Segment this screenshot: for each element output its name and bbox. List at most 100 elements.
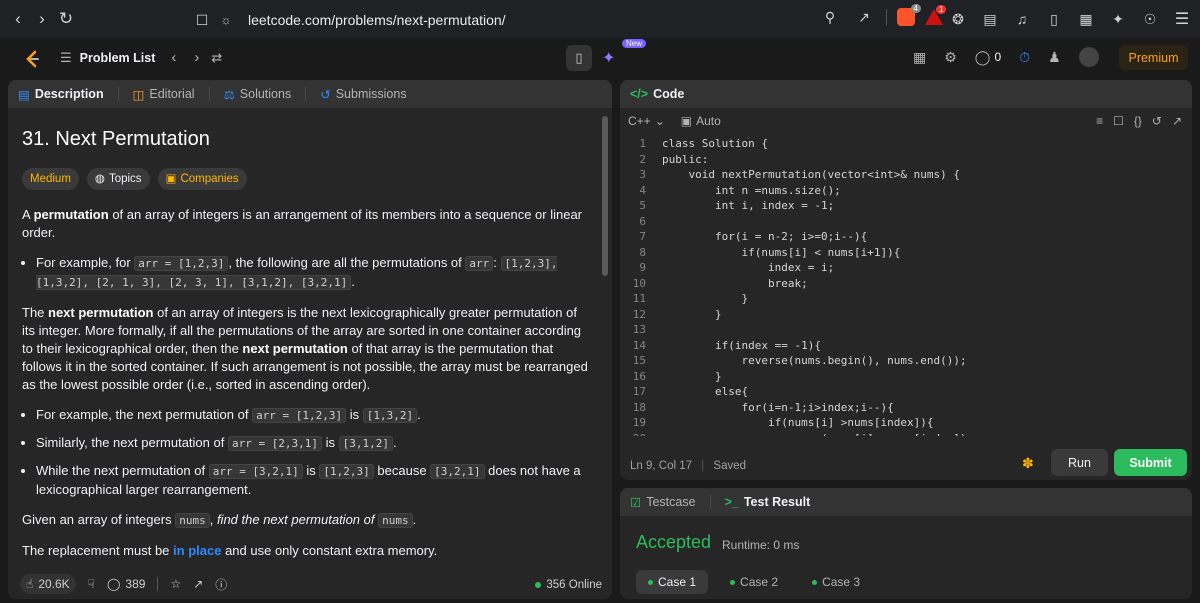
expand-icon[interactable]: ↗ bbox=[1172, 114, 1182, 128]
autocomplete-toggle[interactable]: ▣ Auto bbox=[681, 114, 721, 128]
companies-chip[interactable]: ▣ Companies bbox=[157, 168, 247, 190]
case-tab[interactable]: Case 2 bbox=[718, 570, 790, 594]
language-select[interactable]: C++ ⌄ bbox=[628, 114, 665, 128]
in-place-link[interactable]: in place bbox=[173, 543, 221, 558]
site-info-icon[interactable]: ☼ bbox=[214, 13, 238, 27]
debug-button[interactable]: ▯ bbox=[566, 45, 592, 71]
tab-testcase[interactable]: ☑ Testcase bbox=[630, 495, 696, 510]
avatar[interactable] bbox=[1078, 47, 1099, 67]
leo-ai-icon[interactable]: ✦ bbox=[1106, 11, 1130, 28]
layout-icon[interactable]: ▦ bbox=[913, 49, 926, 66]
ai-assist-icon[interactable]: ✦ bbox=[602, 48, 615, 68]
tab-editorial[interactable]: ◫ Editorial bbox=[133, 87, 195, 102]
extensions-icon[interactable]: ❂ bbox=[946, 11, 970, 28]
code-line[interactable]: 19 if(nums[i] >nums[index]){ bbox=[620, 415, 1192, 431]
code-line[interactable]: 12 } bbox=[620, 307, 1192, 323]
case-tab[interactable]: Case 1 bbox=[636, 570, 709, 594]
brave-shield-icon[interactable]: 4 bbox=[897, 4, 921, 26]
wallet-icon[interactable]: ▤ bbox=[978, 11, 1002, 28]
like-button[interactable]: ☝ 20.6K bbox=[20, 574, 76, 594]
code-text[interactable]: if(nums[i] >nums[index]){ bbox=[656, 415, 934, 431]
code-line[interactable]: 10 break; bbox=[620, 276, 1192, 292]
problem-title[interactable]: 31. Next Permutation bbox=[22, 129, 592, 149]
music-icon[interactable]: ♫ bbox=[1010, 11, 1034, 27]
thumbs-down-icon[interactable]: ☟ bbox=[88, 577, 95, 591]
code-text[interactable]: for(i=n-1;i>index;i--){ bbox=[656, 400, 893, 416]
tab-submissions[interactable]: ↺ Submissions bbox=[320, 87, 406, 102]
code-line[interactable]: 9 index = i; bbox=[620, 260, 1192, 276]
list-icon[interactable]: ☰ bbox=[60, 50, 72, 66]
code-line[interactable]: 3 void nextPermutation(vector<int>& nums… bbox=[620, 167, 1192, 183]
code-text[interactable]: if(index == -1){ bbox=[656, 338, 821, 354]
code-line[interactable]: 13 bbox=[620, 322, 1192, 338]
run-button[interactable]: Run bbox=[1051, 449, 1108, 476]
code-line[interactable]: 8 if(nums[i] < nums[i+1]){ bbox=[620, 245, 1192, 261]
code-text[interactable]: public: bbox=[656, 152, 708, 168]
settings-gear-icon[interactable]: ⚙ bbox=[944, 49, 957, 66]
help-icon[interactable]: ⓘ bbox=[215, 576, 227, 593]
code-text[interactable]: int i, index = -1; bbox=[656, 198, 834, 214]
url-text[interactable]: leetcode.com/problems/next-permutation/ bbox=[248, 12, 506, 28]
celebration-icon[interactable]: ✽ bbox=[1022, 455, 1034, 472]
tab-test-result[interactable]: >_ Test Result bbox=[725, 495, 811, 509]
code-line[interactable]: 11 } bbox=[620, 291, 1192, 307]
topics-chip[interactable]: ◍ Topics bbox=[86, 168, 150, 190]
code-line[interactable]: 14 if(index == -1){ bbox=[620, 338, 1192, 354]
comments-button[interactable]: ◯ 389 bbox=[107, 577, 145, 591]
code-line[interactable]: 17 else{ bbox=[620, 384, 1192, 400]
code-line[interactable]: 18 for(i=n-1;i>index;i--){ bbox=[620, 400, 1192, 416]
code-area[interactable]: 1 class Solution {2 public: 3 void nextPerm… bbox=[620, 136, 1192, 436]
problem-list-link[interactable]: Problem List bbox=[80, 51, 156, 65]
code-line[interactable]: 1 class Solution { bbox=[620, 136, 1192, 152]
code-text[interactable]: else{ bbox=[656, 384, 748, 400]
share-icon[interactable]: ↗ bbox=[193, 577, 203, 591]
description-scrollbar[interactable] bbox=[602, 116, 608, 276]
tab-solutions[interactable]: ⚖ Solutions bbox=[224, 87, 292, 102]
code-line[interactable]: 15 reverse(nums.begin(), nums.end()); bbox=[620, 353, 1192, 369]
premium-button[interactable]: Premium bbox=[1119, 45, 1188, 70]
star-icon[interactable]: ☆ bbox=[170, 577, 181, 591]
code-line[interactable]: 5 int i, index = -1; bbox=[620, 198, 1192, 214]
vpn-icon[interactable]: ☉ bbox=[1138, 11, 1162, 28]
reset-icon[interactable]: ↺ bbox=[1152, 114, 1162, 128]
back-arrow-icon[interactable]: ‹ bbox=[6, 9, 30, 29]
case-tab[interactable]: Case 3 bbox=[800, 570, 872, 594]
wallet2-icon[interactable]: ▦ bbox=[1074, 11, 1098, 28]
code-line[interactable]: 6 bbox=[620, 214, 1192, 230]
next-problem-icon[interactable]: › bbox=[194, 49, 199, 66]
bookmark-icon[interactable]: ☐ bbox=[1113, 114, 1124, 128]
submit-button[interactable]: Submit bbox=[1114, 449, 1187, 476]
code-line[interactable]: 16 } bbox=[620, 369, 1192, 385]
zoom-icon[interactable]: ⚲ bbox=[818, 9, 842, 26]
code-line[interactable]: 4 int n =nums.size(); bbox=[620, 183, 1192, 199]
code-text[interactable] bbox=[656, 322, 662, 338]
code-text[interactable]: void nextPermutation(vector<int>& nums) … bbox=[656, 167, 960, 183]
forward-arrow-icon[interactable]: › bbox=[30, 9, 54, 29]
code-line[interactable]: 7 for(i = n-2; i>=0;i--){ bbox=[620, 229, 1192, 245]
rewards-icon[interactable]: 1 bbox=[925, 5, 947, 25]
prev-problem-icon[interactable]: ‹ bbox=[171, 49, 176, 66]
streak-counter[interactable]: ◯ 0 bbox=[975, 49, 1001, 66]
shuffle-icon[interactable]: ⇄ bbox=[211, 50, 222, 66]
code-text[interactable]: } bbox=[656, 307, 722, 323]
sidebar-icon[interactable]: ▯ bbox=[1042, 11, 1066, 28]
code-text[interactable] bbox=[656, 214, 662, 230]
menu-icon[interactable]: ☰ bbox=[1170, 9, 1194, 29]
code-text[interactable]: swap(nums[i], nums[index]); bbox=[656, 431, 973, 437]
code-text[interactable]: } bbox=[656, 369, 722, 385]
code-text[interactable]: for(i = n-2; i>=0;i--){ bbox=[656, 229, 867, 245]
leetcode-logo-icon[interactable] bbox=[22, 49, 42, 69]
timer-icon[interactable]: ⏱ bbox=[1019, 49, 1030, 66]
share-icon[interactable]: ↗ bbox=[852, 9, 876, 26]
add-friend-icon[interactable]: ♟ bbox=[1048, 49, 1061, 66]
tab-code[interactable]: </> Code bbox=[630, 87, 684, 101]
code-line[interactable]: 2 public: bbox=[620, 152, 1192, 168]
tab-description[interactable]: ▤ Description bbox=[18, 87, 104, 102]
format-icon[interactable]: ≡ bbox=[1096, 114, 1103, 128]
code-text[interactable]: } bbox=[656, 291, 748, 307]
code-text[interactable]: class Solution { bbox=[656, 136, 768, 152]
braces-icon[interactable]: {} bbox=[1134, 114, 1142, 128]
code-text[interactable]: index = i; bbox=[656, 260, 834, 276]
bookmark-icon[interactable]: ☐ bbox=[190, 12, 214, 29]
code-text[interactable]: int n =nums.size(); bbox=[656, 183, 841, 199]
